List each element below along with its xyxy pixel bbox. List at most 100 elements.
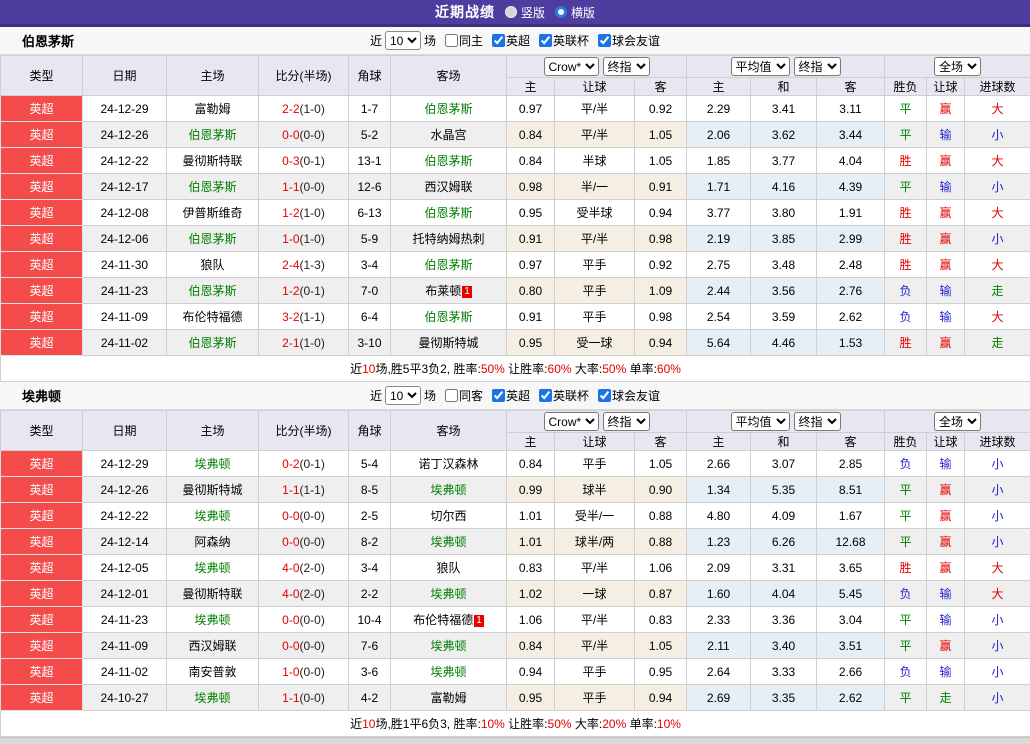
fulltime-score: 3-2 xyxy=(282,310,299,324)
col-corner: 角球 xyxy=(349,411,391,451)
home-team-name: 伊普斯维奇 xyxy=(182,206,242,220)
summary-stat-value: 10 xyxy=(362,362,375,376)
avg-select[interactable]: 平均值 xyxy=(731,57,790,76)
section-header-bournemouth: 伯恩茅斯 近 10 场 同主 英超 英联杯 球会友谊 xyxy=(0,27,1030,55)
match-row: 英超24-11-02南安普敦1-0(0-0)3-6埃弗顿0.94平手0.952.… xyxy=(1,659,1030,685)
radio-horizontal-label[interactable]: 横版 xyxy=(571,4,595,21)
summary-text: 让胜率: xyxy=(505,717,548,731)
halftime-score: (1-0) xyxy=(300,206,325,220)
result-cell: 平 xyxy=(885,607,927,633)
league-checkbox-epl[interactable]: 英超 xyxy=(486,387,530,404)
fulltime-score: 1-1 xyxy=(282,691,299,705)
league-checkbox-epl[interactable]: 英超 xyxy=(486,32,530,49)
result-cell: 胜 xyxy=(885,555,927,581)
handicap-cell: 半球 xyxy=(555,148,635,174)
bookmaker-select[interactable]: Crow* xyxy=(544,57,599,76)
home-odds-cell: 0.91 xyxy=(507,304,555,330)
away-odds-cell: 1.05 xyxy=(635,148,687,174)
fulltime-score: 4-0 xyxy=(282,587,299,601)
odds-stage-select[interactable]: 终指 xyxy=(603,412,650,431)
halftime-score: (2-0) xyxy=(300,587,325,601)
league-type-cell: 英超 xyxy=(1,503,83,529)
bookmaker-select[interactable]: Crow* xyxy=(544,412,599,431)
avg-home-cell: 2.09 xyxy=(687,555,751,581)
same-venue-checkbox[interactable]: 同客 xyxy=(439,387,483,404)
date-cell: 24-11-09 xyxy=(83,304,167,330)
league-checkbox-eflcup[interactable]: 英联杯 xyxy=(533,32,589,49)
fulltime-score: 0-0 xyxy=(282,509,299,523)
layout-radio-vertical[interactable]: 竖版 xyxy=(505,4,545,21)
handicap-cell: 平手 xyxy=(555,252,635,278)
handicap-result-cell: 赢 xyxy=(927,148,965,174)
radio-vertical-icon[interactable] xyxy=(505,6,517,18)
avg-draw-cell: 6.26 xyxy=(751,529,817,555)
fulltime-score: 0-0 xyxy=(282,128,299,142)
avg-stage-select[interactable]: 终指 xyxy=(794,57,841,76)
avg-draw-cell: 3.36 xyxy=(751,607,817,633)
halftime-score: (1-1) xyxy=(300,310,325,324)
layout-radio-horizontal[interactable]: 横版 xyxy=(555,4,595,21)
scope-select[interactable]: 全场 xyxy=(934,57,981,76)
away-team-name: 西汉姆联 xyxy=(424,180,472,194)
corner-cell: 2-2 xyxy=(349,581,391,607)
fulltime-score: 1-2 xyxy=(282,206,299,220)
home-team-cell: 南安普敦 xyxy=(167,659,259,685)
halftime-score: (0-0) xyxy=(300,180,325,194)
away-team-cell: 埃弗顿 xyxy=(391,581,507,607)
bottom-divider xyxy=(0,737,1030,744)
away-team-name: 布莱顿 xyxy=(425,284,461,298)
home-team-cell: 阿森纳 xyxy=(167,529,259,555)
away-odds-cell: 1.05 xyxy=(635,451,687,477)
away-odds-cell: 0.94 xyxy=(635,200,687,226)
avg-draw-cell: 3.59 xyxy=(751,304,817,330)
home-team-name: 伯恩茅斯 xyxy=(188,232,236,246)
col-home: 主场 xyxy=(167,411,259,451)
score-cell: 0-0(0-0) xyxy=(259,529,349,555)
col-odds-away: 客 xyxy=(635,78,687,96)
home-odds-cell: 1.06 xyxy=(507,607,555,633)
corner-cell: 1-7 xyxy=(349,96,391,122)
match-row: 英超24-12-08伊普斯维奇1-2(1-0)6-13伯恩茅斯0.95受半球0.… xyxy=(1,200,1030,226)
same-venue-checkbox[interactable]: 同主 xyxy=(439,32,483,49)
league-checkbox-friendly[interactable]: 球会友谊 xyxy=(592,387,660,404)
avg-draw-cell: 3.33 xyxy=(751,659,817,685)
league-checkbox-eflcup[interactable]: 英联杯 xyxy=(533,387,589,404)
league-checkbox-friendly[interactable]: 球会友谊 xyxy=(592,32,660,49)
radio-vertical-label[interactable]: 竖版 xyxy=(521,4,545,21)
away-team-cell: 曼彻斯特城 xyxy=(391,330,507,356)
avg-stage-select[interactable]: 终指 xyxy=(794,412,841,431)
result-cell: 负 xyxy=(885,451,927,477)
goals-result-cell: 大 xyxy=(965,555,1030,581)
avg-draw-cell: 3.56 xyxy=(751,278,817,304)
goals-result-cell: 小 xyxy=(965,122,1030,148)
handicap-result-cell: 走 xyxy=(927,685,965,711)
recent-count-select[interactable]: 10 xyxy=(385,386,421,405)
avg-select[interactable]: 平均值 xyxy=(731,412,790,431)
summary-stat-value: 50% xyxy=(481,362,505,376)
odds-stage-select[interactable]: 终指 xyxy=(603,57,650,76)
avg-away-cell: 2.99 xyxy=(817,226,885,252)
halftime-score: (2-0) xyxy=(300,561,325,575)
odds-group-header: Crow*终指 xyxy=(507,411,687,433)
scope-select[interactable]: 全场 xyxy=(934,412,981,431)
home-team-name: 伯恩茅斯 xyxy=(188,180,236,194)
score-cell: 1-2(1-0) xyxy=(259,200,349,226)
radio-horizontal-icon[interactable] xyxy=(555,6,567,18)
col-goals-result: 进球数 xyxy=(965,78,1030,96)
corner-cell: 12-6 xyxy=(349,174,391,200)
avg-home-cell: 2.44 xyxy=(687,278,751,304)
result-cell: 胜 xyxy=(885,252,927,278)
handicap-cell: 平/半 xyxy=(555,122,635,148)
goals-result-cell: 大 xyxy=(965,148,1030,174)
recent-count-select[interactable]: 10 xyxy=(385,31,421,50)
home-team-cell: 布伦特福德 xyxy=(167,304,259,330)
col-avg-draw: 和 xyxy=(751,433,817,451)
home-odds-cell: 1.01 xyxy=(507,529,555,555)
date-cell: 24-11-23 xyxy=(83,607,167,633)
col-type: 类型 xyxy=(1,56,83,96)
halftime-score: (1-0) xyxy=(300,232,325,246)
topbar: 近期战绩 竖版 横版 xyxy=(0,0,1030,27)
away-team-name: 切尔西 xyxy=(430,509,466,523)
home-team-cell: 狼队 xyxy=(167,252,259,278)
home-team-cell: 伯恩茅斯 xyxy=(167,174,259,200)
